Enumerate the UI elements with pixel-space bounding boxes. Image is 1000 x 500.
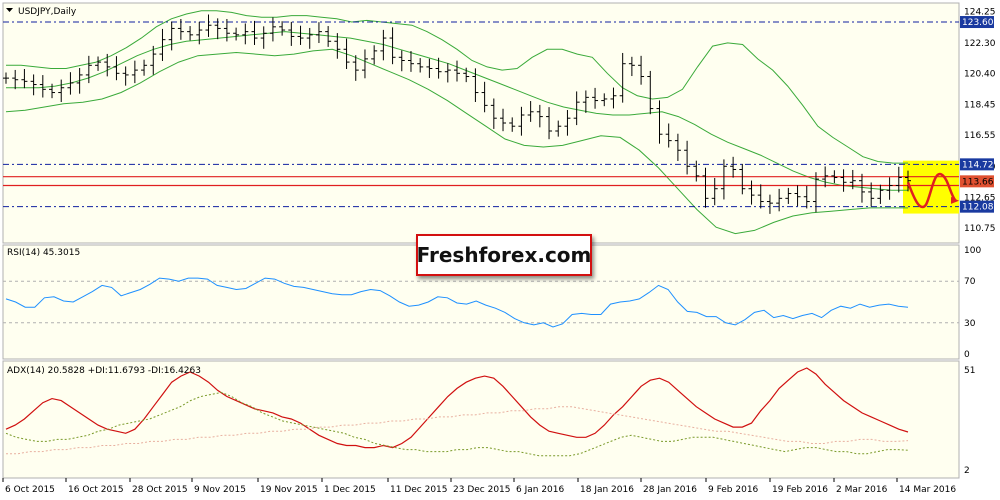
price-tick-label: 110.75 [964,224,996,234]
rsi-tick-label: 100 [964,246,981,256]
date-label: 14 Mar 2016 [899,485,956,495]
date-label: 28 Jan 2016 [643,485,697,495]
level-price-label: 123.60 [962,18,994,28]
adx-title: ADX(14) 20.5828 +DI:11.6793 -DI:16.4263 [7,366,201,376]
date-label: 1 Dec 2015 [324,485,376,495]
symbol-title: USDJPY,Daily [18,7,77,17]
current-price-label: 113.66 [962,177,994,187]
date-label: 23 Dec 2015 [453,485,511,495]
price-tick-label: 120.40 [964,69,996,79]
date-label: 6 Jan 2016 [516,485,564,495]
date-label: 6 Oct 2015 [5,485,55,495]
date-label: 16 Oct 2015 [68,485,124,495]
date-label: 28 Oct 2015 [132,485,188,495]
date-label: 19 Feb 2016 [772,485,828,495]
rsi-title: RSI(14) 45.3015 [7,248,80,258]
price-tick-label: 116.55 [964,131,996,141]
adx-tick-label: 51 [964,366,975,376]
date-label: 18 Jan 2016 [580,485,634,495]
level-price-label: 112.08 [962,203,994,213]
date-label: 9 Feb 2016 [708,485,759,495]
date-label: 19 Nov 2015 [260,485,318,495]
rsi-tick-label: 30 [964,319,976,329]
date-label: 11 Dec 2015 [390,485,448,495]
rsi-tick-label: 70 [964,277,976,287]
date-label: 9 Nov 2015 [194,485,246,495]
date-label: 2 Mar 2016 [836,485,888,495]
price-tick-label: 118.45 [964,101,996,111]
price-tick-label: 122.30 [964,39,996,49]
adx-tick-label: 2 [964,466,970,476]
brand-watermark: Freshforex.com [416,234,592,276]
rsi-tick-label: 0 [964,350,970,360]
chart-root: 124.25122.30120.40118.45116.55114.60112.… [0,0,1000,500]
level-price-label: 114.72 [962,160,994,170]
